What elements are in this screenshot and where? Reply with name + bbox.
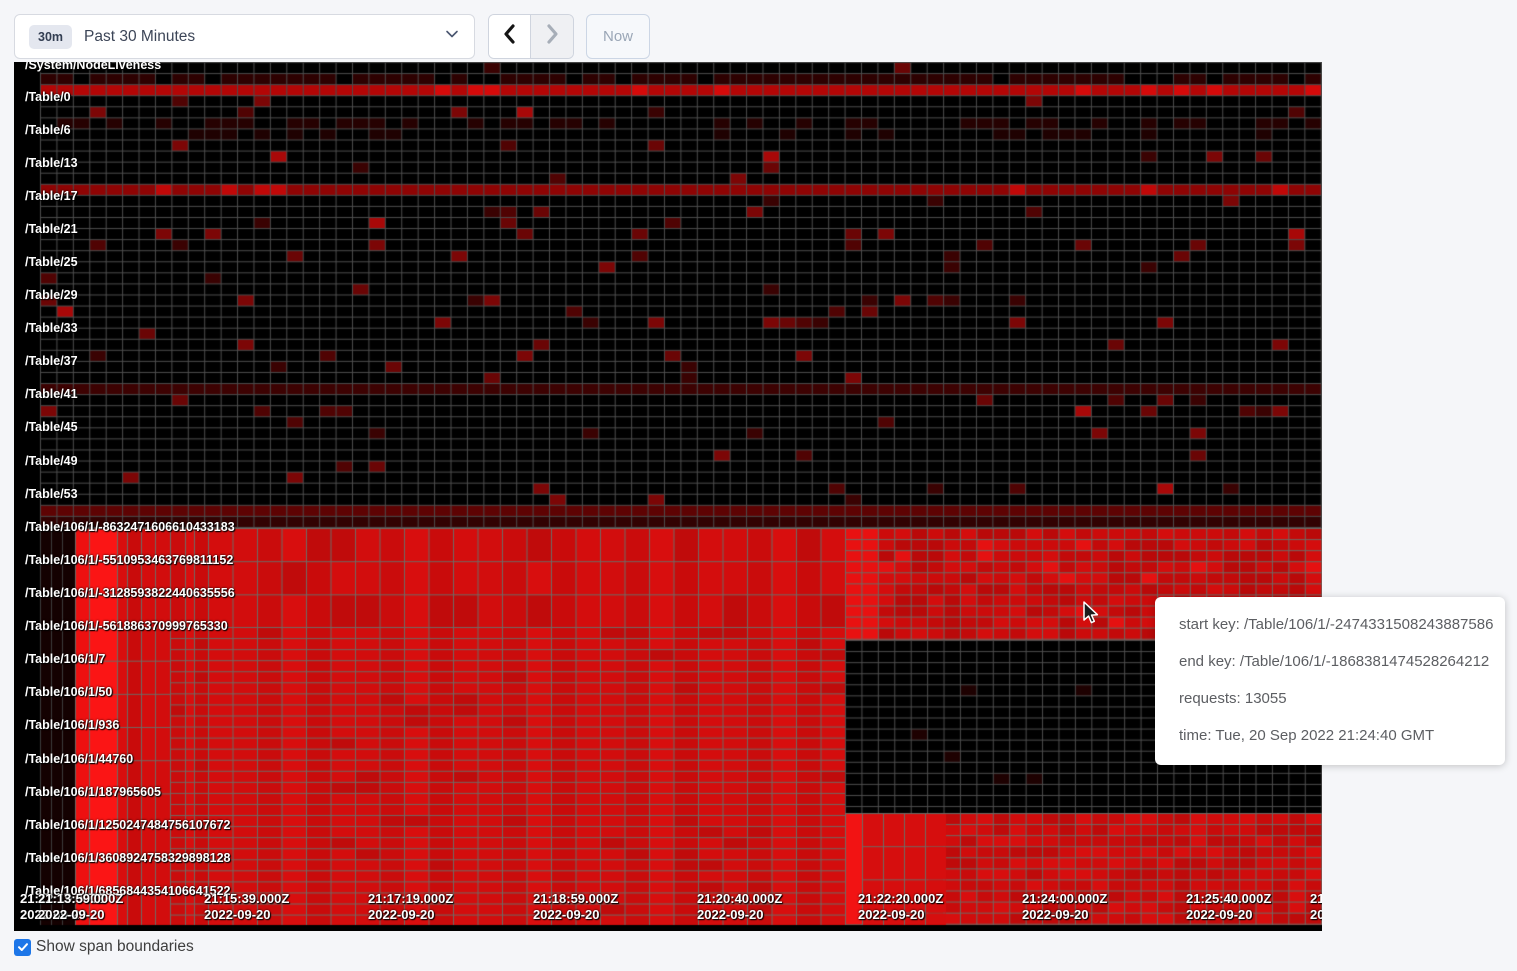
keyvis-heatmap-area: /System/NodeLiveness/Table/0/Table/6/Tab… xyxy=(14,62,1322,931)
cell-tooltip: start key: /Table/106/1/-247433150824388… xyxy=(1155,597,1505,765)
tooltip-time: time: Tue, 20 Sep 2022 21:24:40 GMT xyxy=(1179,717,1493,754)
time-range-select[interactable]: 30m Past 30 Minutes xyxy=(14,14,475,59)
key-visualizer-page: { "toolbar": { "time_range_badge": "30m"… xyxy=(0,0,1517,971)
toolbar: 30m Past 30 Minutes Now xyxy=(14,14,650,59)
chevron-right-icon xyxy=(543,23,561,50)
time-nav-group xyxy=(488,14,574,59)
tooltip-start-key: start key: /Table/106/1/-247433150824388… xyxy=(1179,606,1493,643)
show-span-boundaries-checkbox[interactable] xyxy=(14,939,31,956)
tooltip-end-key: end key: /Table/106/1/-18683814745282642… xyxy=(1179,643,1493,680)
prev-time-button[interactable] xyxy=(489,15,531,58)
show-span-boundaries-label: Show span boundaries xyxy=(36,938,194,956)
chevron-down-icon xyxy=(444,26,460,47)
keyvis-heatmap-canvas[interactable] xyxy=(14,62,1322,931)
tooltip-requests: requests: 13055 xyxy=(1179,680,1493,717)
time-range-badge: 30m xyxy=(29,25,72,49)
next-time-button[interactable] xyxy=(531,15,573,58)
chevron-left-icon xyxy=(501,23,519,50)
now-button[interactable]: Now xyxy=(586,14,650,59)
time-range-label: Past 30 Minutes xyxy=(84,28,195,46)
footer: Show span boundaries xyxy=(14,938,194,956)
